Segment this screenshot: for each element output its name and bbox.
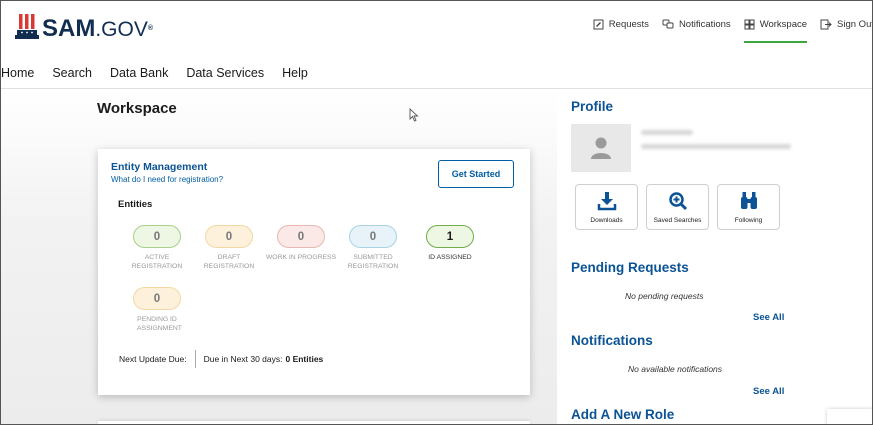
- stat-count: 0: [205, 225, 253, 248]
- top-nav-notifications[interactable]: Notifications: [662, 19, 731, 30]
- logo-suffix: .GOV: [95, 18, 148, 41]
- mouse-cursor-icon: [409, 108, 419, 122]
- uncle-sam-hat-icon: [15, 14, 39, 39]
- notifications-empty: No available notifications: [628, 364, 723, 374]
- following-button[interactable]: Following: [717, 184, 780, 230]
- floating-widget[interactable]: [827, 409, 872, 424]
- nav-data-services[interactable]: Data Services: [186, 66, 264, 80]
- workspace-pane: Workspace Entity Management What do I ne…: [1, 89, 557, 424]
- stat-label: DRAFT REGISTRATION: [203, 254, 255, 270]
- page-title: Workspace: [97, 100, 177, 117]
- entity-management-card: Entity Management What do I need for reg…: [98, 149, 530, 395]
- stat-id-assigned[interactable]: 1 ID ASSIGNED: [414, 225, 486, 262]
- stat-label: PENDING ID ASSIGNMENT: [137, 316, 182, 332]
- downloads-label: Downloads: [590, 217, 623, 224]
- stat-count: 0: [133, 225, 181, 248]
- nav-help[interactable]: Help: [282, 66, 308, 80]
- due-value: 0 Entities: [285, 354, 324, 364]
- top-nav-workspace-label: Workspace: [759, 19, 808, 30]
- top-nav-sign-out[interactable]: Sign Out: [820, 19, 873, 30]
- entities-heading: Entities: [118, 199, 153, 210]
- top-nav-requests-label: Requests: [608, 19, 649, 30]
- notifications-see-all-link[interactable]: See All: [753, 386, 784, 397]
- top-nav-sign-out-label: Sign Out: [837, 19, 873, 30]
- main-nav: Home Search Data Bank Data Services Help: [1, 58, 872, 89]
- due-prefix: Due in Next 30 days:: [203, 354, 283, 364]
- notifications-icon: [662, 19, 674, 29]
- redacted-name: [641, 130, 693, 135]
- logo-registered-mark: ®: [147, 25, 154, 32]
- download-icon: [597, 192, 616, 211]
- stat-count: 0: [133, 287, 181, 310]
- site-header: SAM.GOV® Requests Notifications Workspac…: [1, 1, 873, 58]
- downloads-button[interactable]: Downloads: [575, 184, 638, 230]
- stat-pending-id-assignment[interactable]: 0 PENDING ID ASSIGNMENT: [121, 287, 193, 333]
- browser-frame: SAM.GOV® Requests Notifications Workspac…: [0, 0, 873, 425]
- stat-label: SUBMITTED REGISTRATION: [347, 254, 399, 270]
- stat-active-registration[interactable]: 0 ACTIVE REGISTRATION: [121, 225, 193, 271]
- next-update-row: Next Update Due: Due in Next 30 days: 0 …: [119, 350, 323, 368]
- stat-count: 1: [426, 225, 474, 248]
- add-role-title: Add A New Role: [571, 407, 675, 422]
- stat-work-in-progress[interactable]: 0 WORK IN PROGRESS: [265, 225, 337, 262]
- binoculars-icon: [740, 192, 757, 209]
- stat-label: WORK IN PROGRESS: [265, 254, 337, 261]
- next-card-edge: [98, 421, 530, 424]
- top-nav-notifications-label: Notifications: [678, 19, 731, 30]
- stat-count: 0: [349, 225, 397, 248]
- notifications-title: Notifications: [571, 333, 653, 348]
- nav-data-bank[interactable]: Data Bank: [110, 66, 168, 80]
- pending-requests-see-all-link[interactable]: See All: [753, 312, 784, 323]
- divider: [194, 350, 196, 368]
- saved-searches-label: Saved Searches: [653, 217, 702, 224]
- nav-home[interactable]: Home: [1, 66, 34, 80]
- top-nav-workspace[interactable]: Workspace: [743, 19, 808, 43]
- pending-requests-title: Pending Requests: [571, 260, 689, 275]
- stat-draft-registration[interactable]: 0 DRAFT REGISTRATION: [193, 225, 265, 271]
- stat-label: ID ASSIGNED: [428, 254, 472, 261]
- avatar[interactable]: [571, 124, 631, 172]
- search-plus-icon: [668, 192, 687, 211]
- registration-help-link[interactable]: What do I need for registration?: [111, 175, 223, 184]
- top-nav: Requests Notifications Workspace Sign Ou…: [580, 19, 873, 43]
- logo-text: SAM: [42, 15, 96, 42]
- sam-logo[interactable]: SAM.GOV®: [15, 13, 153, 43]
- next-update-label: Next Update Due:: [119, 354, 187, 364]
- nav-search[interactable]: Search: [52, 66, 92, 80]
- redacted-email: [641, 144, 791, 149]
- top-nav-requests[interactable]: Requests: [593, 19, 649, 30]
- pending-requests-empty: No pending requests: [625, 291, 704, 301]
- user-icon: [591, 137, 611, 159]
- following-label: Following: [734, 217, 763, 224]
- get-started-button[interactable]: Get Started: [438, 160, 514, 188]
- requests-icon: [593, 19, 604, 30]
- stat-submitted-registration[interactable]: 0 SUBMITTED REGISTRATION: [337, 225, 409, 271]
- workspace-icon: [744, 19, 755, 30]
- saved-searches-button[interactable]: Saved Searches: [646, 184, 709, 230]
- stat-count: 0: [277, 225, 325, 248]
- entity-management-title[interactable]: Entity Management: [111, 161, 207, 173]
- profile-title: Profile: [571, 99, 614, 114]
- sidebar-pane: Profile Downloads Saved Searches Followi…: [557, 89, 872, 424]
- stat-label: ACTIVE REGISTRATION: [131, 254, 183, 270]
- sign-out-icon: [820, 19, 832, 30]
- logo-wordmark: SAM.GOV®: [42, 16, 153, 43]
